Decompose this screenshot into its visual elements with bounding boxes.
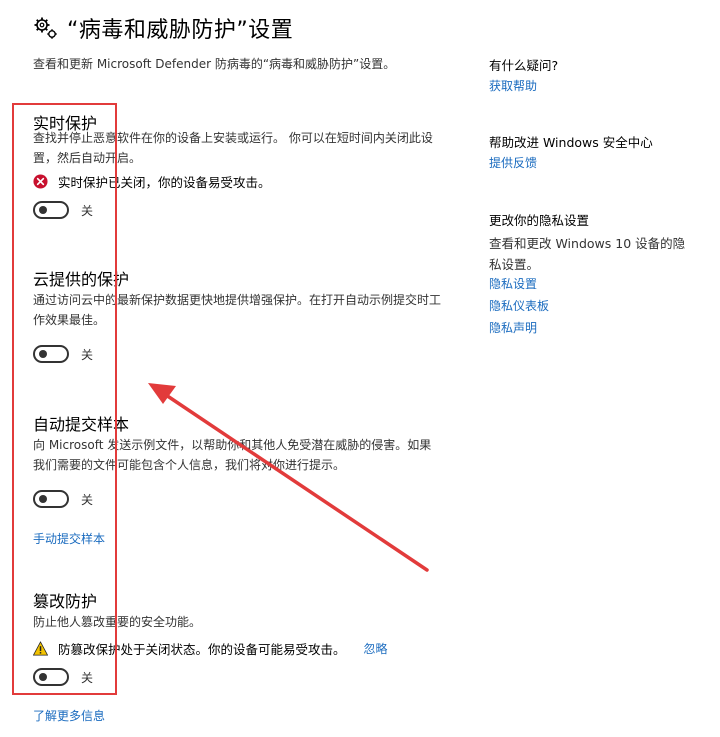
toggle-knob — [39, 495, 47, 503]
status-text-realtime: 实时保护已关闭，你的设备易受攻击。 — [58, 175, 271, 190]
manual-submit-link[interactable]: 手动提交样本 — [33, 530, 105, 547]
sidebar-privacy-heading: 更改你的隐私设置 — [489, 213, 590, 228]
status-realtime: 实时保护已关闭，你的设备易受攻击。 — [33, 172, 271, 191]
toggle-cloud[interactable]: 关 — [33, 345, 93, 363]
section-desc-tamper: 防止他人篡改重要的安全功能。 — [33, 615, 202, 629]
page-title: “病毒和威胁防护”设置 — [67, 18, 294, 43]
sidebar-privacy-text: 查看和更改 Windows 10 设备的隐私设置。 — [489, 236, 686, 272]
get-help-link[interactable]: 获取帮助 — [489, 77, 537, 94]
sidebar-improve-heading: 帮助改进 Windows 安全中心 — [489, 135, 653, 150]
section-desc-sample: 向 Microsoft 发送示例文件，以帮助你和其他人免受潜在威胁的侵害。如果我… — [33, 438, 432, 472]
toggle-switch[interactable] — [33, 345, 69, 363]
toggle-knob — [39, 673, 47, 681]
toggle-label: 关 — [81, 670, 94, 685]
privacy-settings-link[interactable]: 隐私设置 — [489, 275, 537, 292]
warning-icon — [33, 641, 48, 656]
toggle-knob — [39, 350, 47, 358]
page-subtitle: 查看和更新 Microsoft Defender 防病毒的“病毒和威胁防护”设置… — [33, 57, 396, 71]
section-title-tamper: 篡改防护 — [33, 592, 98, 611]
sidebar-help-heading: 有什么疑问? — [489, 58, 559, 73]
toggle-switch[interactable] — [33, 668, 69, 686]
section-desc-cloud: 通过访问云中的最新保护数据更快地提供增强保护。在打开自动示例提交时工作效果最佳。 — [33, 293, 442, 327]
error-icon — [33, 174, 48, 189]
privacy-dashboard-link[interactable]: 隐私仪表板 — [489, 297, 549, 314]
section-title-sample: 自动提交样本 — [33, 415, 130, 434]
privacy-statement-link[interactable]: 隐私声明 — [489, 319, 537, 336]
learn-more-link[interactable]: 了解更多信息 — [33, 707, 105, 724]
page-header: “病毒和威胁防护”设置 — [33, 12, 293, 44]
status-text-tamper: 防篡改保护处于关闭状态。你的设备可能易受攻击。 — [58, 642, 346, 657]
toggle-label: 关 — [81, 492, 94, 507]
section-desc-realtime: 查找并停止恶意软件在你的设备上安装或运行。 你可以在短时间内关闭此设置，然后自动… — [33, 131, 433, 165]
toggle-sample[interactable]: 关 — [33, 490, 93, 508]
feedback-link[interactable]: 提供反馈 — [489, 154, 537, 171]
toggle-knob — [39, 206, 47, 214]
dismiss-link[interactable]: 忽略 — [364, 640, 388, 657]
toggle-tamper[interactable]: 关 — [33, 668, 93, 686]
toggle-switch[interactable] — [33, 490, 69, 508]
section-title-cloud: 云提供的保护 — [33, 270, 130, 289]
toggle-realtime[interactable]: 关 — [33, 201, 93, 219]
toggle-label: 关 — [81, 347, 94, 362]
toggle-label: 关 — [81, 203, 94, 218]
toggle-switch[interactable] — [33, 201, 69, 219]
status-tamper: 防篡改保护处于关闭状态。你的设备可能易受攻击。 忽略 — [33, 639, 388, 658]
gears-icon — [34, 17, 57, 39]
